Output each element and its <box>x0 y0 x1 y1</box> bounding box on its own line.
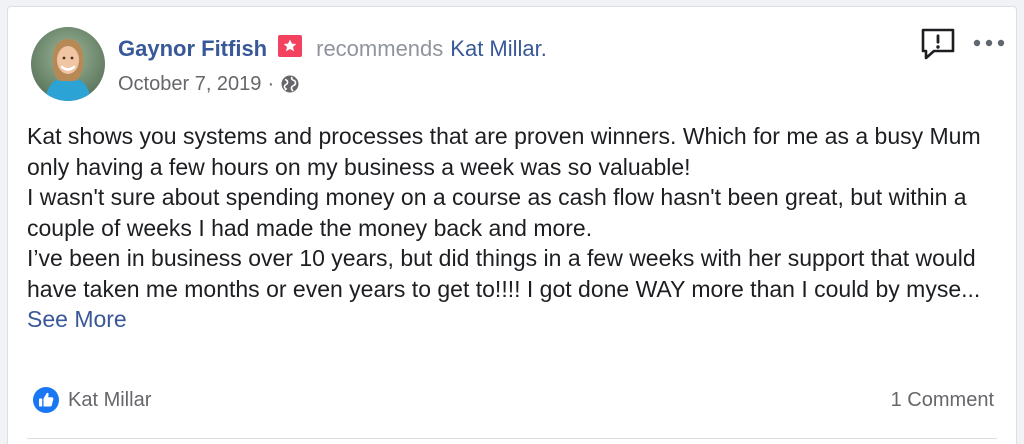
post-date[interactable]: October 7, 2019 <box>118 71 261 97</box>
post-body-line: I wasn't sure about spending money on a … <box>27 184 967 241</box>
author-avatar[interactable] <box>31 27 105 101</box>
post-meta: October 7, 2019 · <box>118 71 300 97</box>
post-body-line: I’ve been in business over 10 years, but… <box>27 243 1002 335</box>
recommends-label: recommends <box>316 36 444 61</box>
recommendation-post-card: Gaynor Fitfish recommends Kat Millar. Oc… <box>7 6 1017 444</box>
post-body-text: I’ve been in business over 10 years, but… <box>27 245 981 302</box>
footer-divider <box>27 438 997 439</box>
meta-separator: · <box>267 73 275 95</box>
author-name[interactable]: Gaynor Fitfish <box>118 35 267 63</box>
post-header: Gaynor Fitfish recommends Kat Millar. <box>118 35 547 63</box>
like-icon[interactable] <box>32 386 60 414</box>
post-body: Kat shows you systems and processes that… <box>27 121 1002 335</box>
see-more-link[interactable]: See More <box>27 306 127 332</box>
star-badge-icon <box>277 34 303 60</box>
comment-count[interactable]: 1 Comment <box>891 385 994 415</box>
report-icon[interactable] <box>920 27 956 61</box>
post-body-line: Kat shows you systems and processes that… <box>27 123 981 180</box>
more-options-icon[interactable] <box>972 33 1006 53</box>
reactor-name[interactable]: Kat Millar <box>68 385 151 415</box>
recommended-page-link[interactable]: Kat Millar. <box>450 35 547 63</box>
globe-icon[interactable] <box>280 74 300 94</box>
